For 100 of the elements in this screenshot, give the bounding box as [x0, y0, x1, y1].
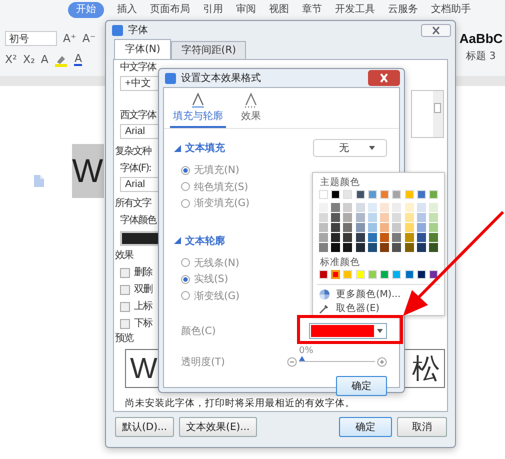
color-swatch[interactable]	[404, 270, 414, 279]
ribbon-tab[interactable]: 开发工具	[335, 2, 375, 18]
color-swatch[interactable]	[380, 233, 390, 242]
ribbon-tab[interactable]: 引用	[203, 2, 223, 18]
color-swatch[interactable]	[428, 223, 438, 232]
font-size-button[interactable]: A⁺	[63, 32, 76, 45]
color-swatch[interactable]	[343, 243, 352, 252]
color-swatch[interactable]	[368, 190, 377, 199]
color-dropdown[interactable]	[309, 323, 387, 339]
color-swatch[interactable]	[356, 213, 365, 222]
dialog-button[interactable]: 确定	[339, 417, 392, 437]
menu-item[interactable]: 取色器(E)	[317, 301, 440, 315]
color-swatch[interactable]	[356, 223, 365, 232]
color-swatch[interactable]	[392, 190, 402, 199]
color-swatch[interactable]	[416, 270, 426, 279]
color-swatch[interactable]	[368, 233, 377, 242]
color-swatch[interactable]	[343, 270, 352, 279]
ribbon-tab[interactable]: 视图	[269, 2, 289, 18]
color-swatch[interactable]	[343, 233, 352, 242]
radio-button[interactable]	[181, 258, 190, 268]
text-effect-button[interactable]: A	[40, 53, 48, 66]
ribbon-tab[interactable]: 页面布局	[150, 2, 190, 18]
radio-button[interactable]	[181, 198, 190, 208]
dialog-tab[interactable]: 字符间距(R)	[171, 41, 246, 59]
color-swatch[interactable]	[380, 213, 390, 222]
minus-icon[interactable]	[287, 357, 297, 367]
style-preview[interactable]: AaBbC	[459, 31, 503, 46]
color-swatch[interactable]	[343, 213, 352, 222]
color-swatch[interactable]	[404, 203, 414, 212]
color-swatch[interactable]	[368, 223, 377, 232]
dialog-tab[interactable]: 效果	[238, 92, 264, 128]
color-swatch[interactable]	[428, 190, 438, 199]
radio-button[interactable]	[181, 182, 190, 192]
color-swatch[interactable]	[416, 190, 426, 199]
color-swatch[interactable]	[331, 213, 340, 222]
slider-thumb[interactable]	[299, 356, 305, 361]
color-swatch[interactable]	[380, 203, 390, 212]
checkbox[interactable]	[120, 268, 130, 278]
color-swatch[interactable]	[404, 213, 414, 222]
color-swatch[interactable]	[416, 213, 426, 222]
color-swatch[interactable]	[356, 243, 365, 252]
color-swatch[interactable]	[404, 190, 414, 199]
color-swatch[interactable]	[404, 243, 414, 252]
color-swatch[interactable]	[416, 243, 426, 252]
color-swatch[interactable]	[343, 203, 352, 212]
radio-button[interactable]	[181, 166, 190, 175]
color-swatch[interactable]	[319, 270, 328, 279]
color-swatch[interactable]	[380, 223, 390, 232]
color-swatch[interactable]	[392, 243, 402, 252]
color-swatch[interactable]	[392, 213, 402, 222]
radio-button[interactable]	[181, 291, 190, 300]
close-button[interactable]	[368, 70, 400, 86]
ribbon-tab[interactable]: 插入	[117, 2, 137, 18]
color-swatch[interactable]	[319, 190, 328, 199]
color-swatch[interactable]	[368, 203, 377, 212]
checkbox[interactable]	[120, 302, 130, 312]
collapse-icon[interactable]	[174, 237, 181, 244]
color-swatch[interactable]	[416, 203, 426, 212]
fill-dropdown[interactable]: 无	[313, 139, 387, 157]
script-button[interactable]: X₂	[22, 53, 35, 66]
color-swatch[interactable]	[404, 223, 414, 232]
plus-icon[interactable]	[377, 357, 387, 367]
color-swatch[interactable]	[392, 203, 402, 212]
ribbon-tab[interactable]: 文档助手	[431, 2, 471, 18]
color-swatch[interactable]	[331, 243, 340, 252]
dialog-tab[interactable]: 填充与轮廓	[170, 92, 226, 128]
color-swatch[interactable]	[380, 270, 390, 279]
color-swatch[interactable]	[428, 270, 438, 279]
ribbon-tab[interactable]: 云服务	[388, 2, 418, 18]
color-swatch[interactable]	[331, 223, 340, 232]
collapse-icon[interactable]	[174, 144, 181, 152]
color-swatch[interactable]	[331, 190, 340, 199]
script-button[interactable]: X²	[5, 53, 17, 66]
color-swatch[interactable]	[428, 203, 438, 212]
color-swatch[interactable]	[416, 223, 426, 232]
checkbox[interactable]	[120, 284, 130, 294]
dialog-button[interactable]: 文本效果(E)...	[179, 417, 257, 437]
ribbon-tab[interactable]: 审阅	[236, 2, 256, 18]
color-swatch[interactable]	[356, 190, 365, 199]
color-swatch[interactable]	[380, 190, 390, 199]
ok-button[interactable]: 确定	[336, 376, 387, 396]
color-swatch[interactable]	[356, 203, 365, 212]
color-swatch[interactable]	[380, 243, 390, 252]
color-swatch[interactable]	[319, 223, 328, 232]
dialog-button[interactable]: 取消	[397, 417, 447, 437]
color-swatch[interactable]	[356, 270, 365, 279]
color-swatch[interactable]	[331, 270, 340, 279]
color-swatch[interactable]	[368, 213, 377, 222]
font-size-button[interactable]: A⁻	[82, 32, 96, 45]
list-box[interactable]	[411, 90, 444, 138]
color-swatch[interactable]	[392, 233, 402, 242]
color-swatch[interactable]	[392, 223, 402, 232]
color-swatch[interactable]	[404, 233, 414, 242]
font-color-button[interactable]: A	[74, 53, 82, 66]
color-swatch[interactable]	[331, 233, 340, 242]
checkbox[interactable]	[120, 318, 130, 328]
color-swatch[interactable]	[416, 233, 426, 242]
color-swatch[interactable]	[428, 233, 438, 242]
color-swatch[interactable]	[319, 213, 328, 222]
color-swatch[interactable]	[428, 243, 438, 252]
